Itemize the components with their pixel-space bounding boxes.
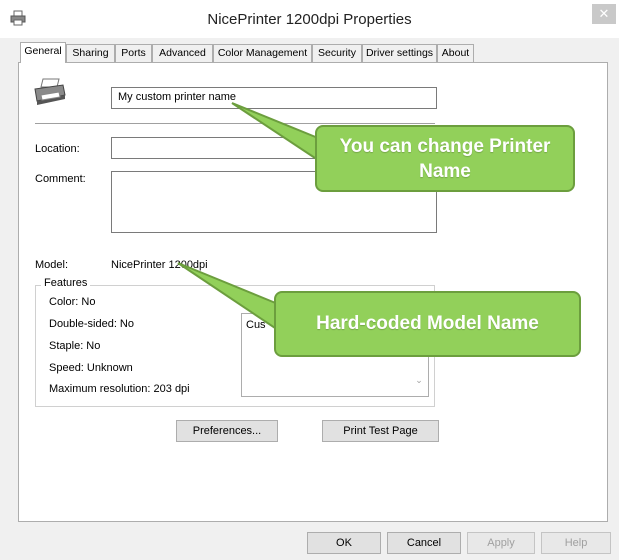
tab-security[interactable]: Security — [312, 44, 362, 62]
model-label: Model: — [35, 259, 69, 271]
help-button[interactable]: Help — [541, 532, 611, 554]
printer-icon-large — [34, 78, 66, 105]
feature-double-sided: Double-sided: No — [49, 318, 134, 330]
close-button[interactable]: ✕ — [592, 4, 616, 24]
feature-color: Color: No — [49, 296, 96, 308]
paper-label: Pape — [241, 296, 267, 308]
feature-speed: Speed: Unknown — [49, 362, 133, 374]
ok-button[interactable]: OK — [307, 532, 381, 554]
scroll-down-icon[interactable]: ⌄ — [412, 375, 426, 393]
window-title: NicePrinter 1200dpi Properties — [207, 11, 412, 28]
features-title: Features — [41, 277, 91, 289]
preferences-button[interactable]: Preferences... — [176, 420, 278, 442]
tab-color-management[interactable]: Color Management — [213, 44, 312, 62]
print-test-page-button[interactable]: Print Test Page — [322, 420, 439, 442]
tab-general[interactable]: General — [20, 42, 66, 63]
location-label: Location: — [35, 143, 80, 155]
model-value: NicePrinter 1200dpi — [111, 259, 208, 271]
tab-sharing[interactable]: Sharing — [66, 44, 115, 62]
feature-staple: Staple: No — [49, 340, 101, 352]
paper-list-item[interactable]: Cus — [246, 319, 266, 331]
tab-about[interactable]: About — [437, 44, 474, 62]
tab-ports[interactable]: Ports — [115, 44, 152, 62]
cancel-button[interactable]: Cancel — [387, 532, 461, 554]
divider — [35, 123, 435, 124]
printer-name-callout: You can change Printer Name — [315, 125, 575, 192]
printer-name-input[interactable]: My custom printer name — [111, 87, 437, 109]
model-name-callout: Hard-coded Model Name — [274, 291, 581, 357]
tab-advanced[interactable]: Advanced — [152, 44, 213, 62]
apply-button[interactable]: Apply — [467, 532, 535, 554]
comment-label: Comment: — [35, 173, 86, 185]
tab-driver-settings[interactable]: Driver settings — [362, 44, 437, 62]
feature-max-resolution: Maximum resolution: 203 dpi — [49, 383, 190, 395]
